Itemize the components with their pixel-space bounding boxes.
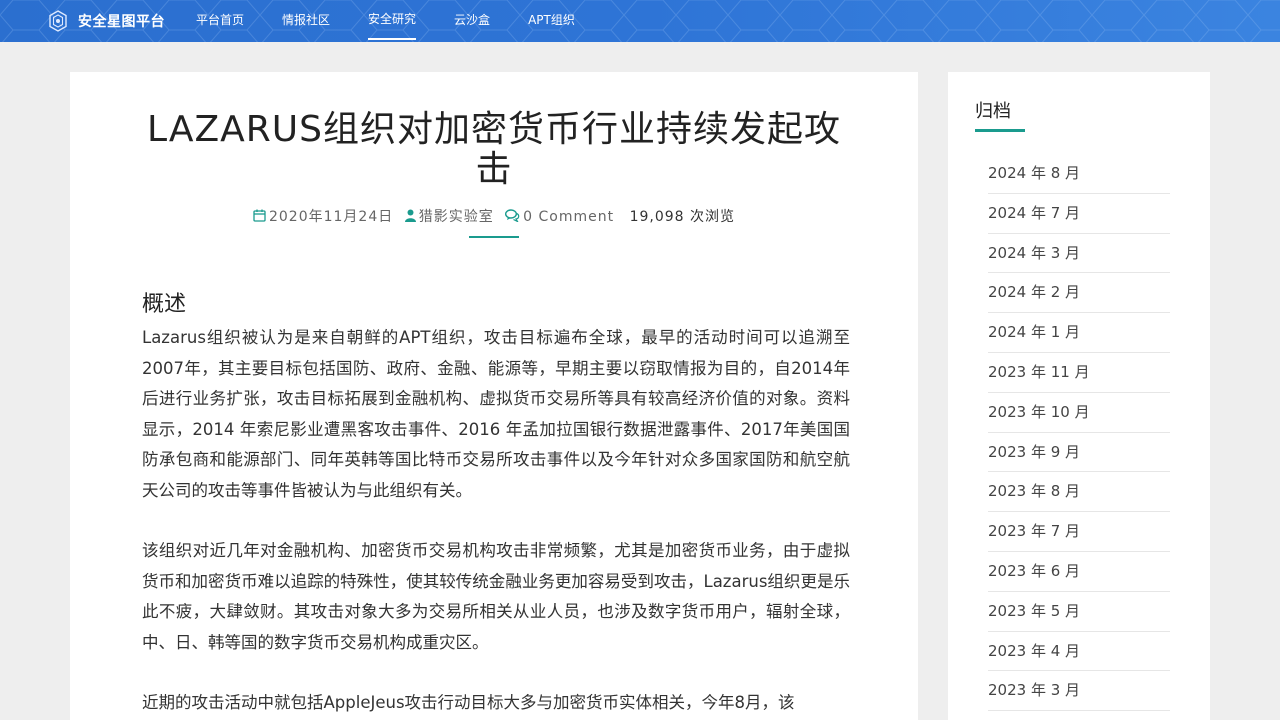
archive-link[interactable]: 2024 年 7 月 bbox=[988, 194, 1170, 234]
nav-item-community[interactable]: 情报社区 bbox=[282, 0, 330, 42]
article-views: 19,098 次浏览 bbox=[629, 209, 735, 225]
article-meta: 2020年11月24日 猎影实验室 0 Comment 19,098 次浏览 bbox=[70, 206, 918, 226]
hexagon-pattern-background bbox=[0, 0, 1280, 42]
brand[interactable]: 安全星图平台 bbox=[46, 9, 165, 33]
archive-list: 2024 年 8 月 2024 年 7 月 2024 年 3 月 2024 年 … bbox=[988, 154, 1170, 712]
article-date[interactable]: 2020年11月24日 bbox=[269, 209, 393, 225]
comments-icon bbox=[505, 209, 520, 225]
archive-link[interactable]: 2023 年 4 月 bbox=[988, 632, 1170, 672]
archive-link[interactable]: 2023 年 7 月 bbox=[988, 512, 1170, 552]
archive-link[interactable]: 2023 年 11 月 bbox=[988, 353, 1170, 393]
archive-link[interactable]: 2024 年 8 月 bbox=[988, 154, 1170, 194]
archive-link[interactable]: 2024 年 3 月 bbox=[988, 234, 1170, 274]
article-paragraph: Lazarus组织被认为是来自朝鲜的APT组织，攻击目标遍布全球，最早的活动时间… bbox=[142, 328, 850, 500]
archive-link[interactable]: 2024 年 2 月 bbox=[988, 273, 1170, 314]
archive-link[interactable]: 2023 年 9 月 bbox=[988, 433, 1170, 473]
article-paragraph: 该组织对近几年对金融机构、加密货币交易机构攻击非常频繁，尤其是加密货币业务，由于… bbox=[142, 541, 850, 652]
archive-link[interactable]: 2023 年 10 月 bbox=[988, 393, 1170, 433]
calendar-icon bbox=[253, 209, 266, 225]
article-title: LAZARUS组织对加密货币行业持续发起攻击 bbox=[146, 109, 841, 190]
archive-link[interactable]: 2023 年 5 月 bbox=[988, 592, 1170, 632]
article-body: Lazarus组织被认为是来自朝鲜的APT组织，攻击目标遍布全球，最早的活动时间… bbox=[142, 323, 850, 720]
brand-name: 安全星图平台 bbox=[78, 14, 165, 30]
archive-link[interactable]: 2024 年 1 月 bbox=[988, 313, 1170, 353]
section-heading-overview: 概述 bbox=[142, 292, 187, 317]
nav-item-sandbox[interactable]: 云沙盒 bbox=[454, 0, 490, 42]
meta-divider bbox=[469, 236, 519, 238]
archive-title-underline bbox=[975, 129, 1025, 132]
nav-item-home[interactable]: 平台首页 bbox=[196, 0, 244, 42]
article-comments[interactable]: 0 Comment bbox=[523, 209, 614, 225]
shield-logo-icon bbox=[49, 10, 67, 32]
archive-link[interactable]: 2023 年 8 月 bbox=[988, 472, 1170, 513]
main-nav: 平台首页 情报社区 安全研究 云沙盒 APT组织 bbox=[196, 0, 575, 42]
nav-item-research[interactable]: 安全研究 bbox=[368, 0, 417, 42]
user-icon bbox=[404, 209, 416, 225]
article-author[interactable]: 猎影实验室 bbox=[419, 209, 494, 225]
archive-link[interactable]: 2023 年 6 月 bbox=[988, 552, 1170, 592]
archive-sidebar: 归档 2024 年 8 月 2024 年 7 月 2024 年 3 月 2024… bbox=[948, 72, 1210, 720]
archive-title: 归档 bbox=[975, 101, 1011, 122]
nav-item-apt[interactable]: APT组织 bbox=[528, 0, 575, 42]
top-navigation-bar: 安全星图平台 平台首页 情报社区 安全研究 云沙盒 APT组织 bbox=[0, 0, 1280, 42]
article-card: LAZARUS组织对加密货币行业持续发起攻击 2020年11月24日 猎影实验室… bbox=[70, 72, 918, 720]
archive-link[interactable]: 2023 年 3 月 bbox=[988, 671, 1170, 712]
article-paragraph: 近期的攻击活动中就包括AppleJeus攻击行动目标大多与加密货币实体相关，今年… bbox=[142, 693, 795, 712]
